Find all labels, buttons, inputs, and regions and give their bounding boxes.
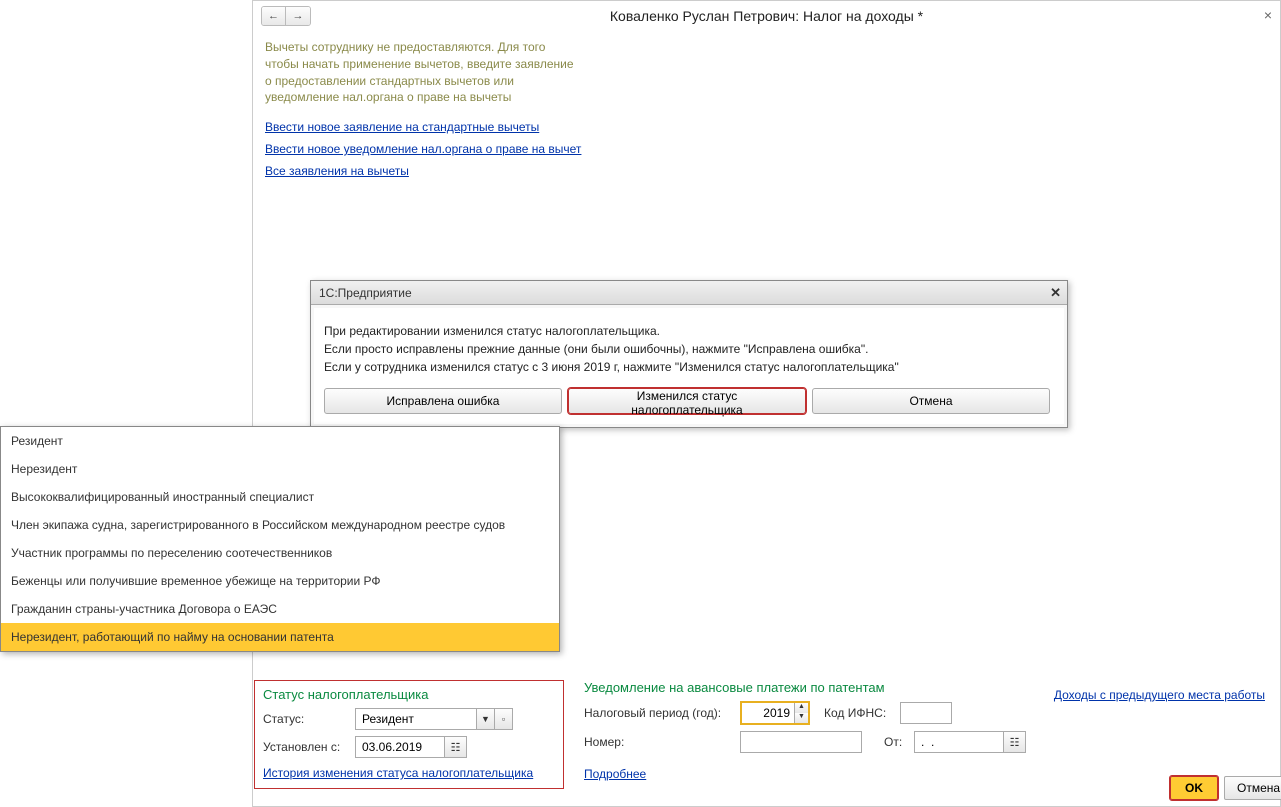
ok-button[interactable]: OK: [1170, 776, 1218, 800]
cancel-button[interactable]: Отмена: [1224, 776, 1281, 800]
status-section-title: Статус налогоплательщика: [263, 687, 555, 702]
year-field[interactable]: [742, 703, 794, 723]
number-input[interactable]: [740, 731, 862, 753]
taxpayer-status-block: Статус налогоплательщика Статус: ▼ ▫ Уст…: [254, 680, 564, 789]
dialog-message: При редактировании изменился статус нало…: [324, 322, 1054, 376]
tax-year-input[interactable]: ▲▼: [740, 701, 810, 725]
error-fixed-button[interactable]: Исправлена ошибка: [324, 388, 562, 414]
link-new-tax-notification[interactable]: Ввести новое уведомление нал.органа о пр…: [265, 142, 581, 156]
dropdown-item[interactable]: Высококвалифицированный иностранный спец…: [1, 483, 559, 511]
status-history-link[interactable]: История изменения статуса налогоплательщ…: [263, 766, 533, 780]
status-label: Статус:: [263, 712, 349, 726]
dialog-titlebar: 1С:Предприятие ✕: [311, 281, 1067, 305]
dropdown-item[interactable]: Гражданин страны-участника Договора о ЕА…: [1, 595, 559, 623]
ifns-input[interactable]: [900, 702, 952, 724]
date-from-input[interactable]: ☷: [355, 736, 467, 758]
number-label: Номер:: [584, 735, 734, 749]
link-all-deductions[interactable]: Все заявления на вычеты: [265, 164, 409, 178]
dialog-cancel-button[interactable]: Отмена: [812, 388, 1050, 414]
link-new-standard-deduction[interactable]: Ввести новое заявление на стандартные вы…: [265, 120, 539, 134]
status-combo[interactable]: ▼ ▫: [355, 708, 513, 730]
tax-period-label: Налоговый период (год):: [584, 706, 734, 720]
status-changed-button[interactable]: Изменился статус налогоплательщика: [568, 388, 806, 414]
status-input[interactable]: [356, 709, 476, 729]
close-icon[interactable]: ×: [1264, 7, 1272, 23]
confirmation-dialog: 1С:Предприятие ✕ При редактировании изме…: [310, 280, 1068, 428]
dropdown-item-selected[interactable]: Нерезидент, работающий по найму на основ…: [1, 623, 559, 651]
date-from-label: Установлен с:: [263, 740, 349, 754]
deductions-notice: Вычеты сотруднику не предоставляются. Дл…: [265, 39, 575, 106]
window-title: Коваленко Руслан Петрович: Налог на дохо…: [610, 8, 923, 24]
dialog-close-icon[interactable]: ✕: [1050, 285, 1061, 301]
dropdown-item[interactable]: Беженцы или получившие временное убежище…: [1, 567, 559, 595]
dialog-body: При редактировании изменился статус нало…: [314, 308, 1064, 424]
combo-dropdown-icon[interactable]: ▼: [476, 709, 494, 729]
dropdown-item[interactable]: Нерезидент: [1, 455, 559, 483]
more-link[interactable]: Подробнее: [584, 767, 646, 781]
patent-notice-block: Уведомление на авансовые платежи по пате…: [584, 680, 1026, 781]
from-date-input[interactable]: ☷: [914, 731, 1026, 753]
calendar-icon[interactable]: ☷: [444, 737, 466, 757]
forward-button[interactable]: →: [286, 7, 310, 25]
dialog-title-text: 1С:Предприятие: [319, 286, 412, 300]
previous-income-link[interactable]: Доходы с предыдущего места работы: [1054, 688, 1265, 702]
year-spinner[interactable]: ▲▼: [794, 703, 808, 723]
calendar-icon[interactable]: ☷: [1003, 732, 1025, 752]
from-date-field[interactable]: [915, 732, 1003, 752]
titlebar: ← → Коваленко Руслан Петрович: Налог на …: [253, 1, 1280, 31]
back-button[interactable]: ←: [262, 7, 286, 25]
dropdown-item[interactable]: Член экипажа судна, зарегистрированного …: [1, 511, 559, 539]
dialog-buttons: Исправлена ошибка Изменился статус налог…: [324, 388, 1054, 414]
date-field[interactable]: [356, 737, 444, 757]
dropdown-item[interactable]: Резидент: [1, 427, 559, 455]
dropdown-item[interactable]: Участник программы по переселению соотеч…: [1, 539, 559, 567]
footer-buttons: OK Отмена: [1170, 776, 1267, 799]
patent-section-title: Уведомление на авансовые платежи по пате…: [584, 680, 1026, 695]
combo-open-icon[interactable]: ▫: [494, 709, 512, 729]
content: Вычеты сотруднику не предоставляются. Дл…: [253, 31, 1280, 186]
nav-buttons: ← →: [261, 6, 311, 26]
ifns-label: Код ИФНС:: [824, 706, 894, 720]
spinner-up-icon[interactable]: ▲: [795, 703, 808, 713]
status-dropdown-list: Резидент Нерезидент Высококвалифицирован…: [0, 426, 560, 652]
from-label: От:: [884, 735, 908, 749]
spinner-down-icon[interactable]: ▼: [795, 713, 808, 723]
